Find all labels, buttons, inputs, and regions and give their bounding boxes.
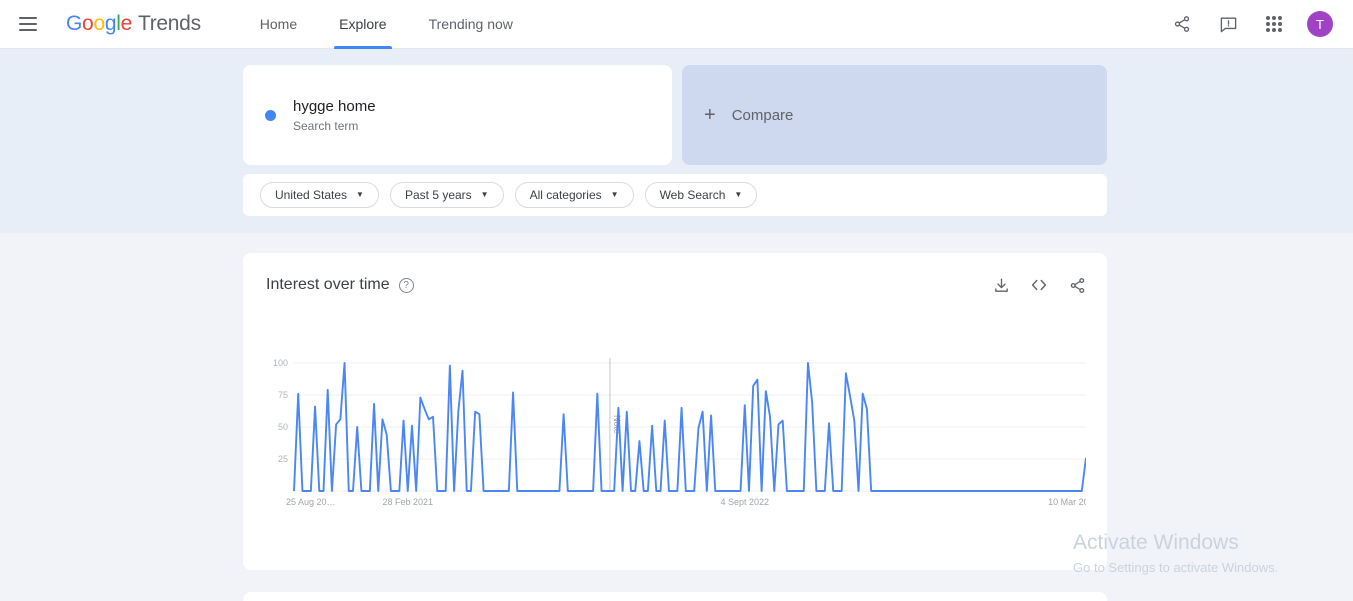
nav-item-home[interactable]: Home [247,0,310,49]
chart-y-axis-labels: 25 50 75 100 [273,358,288,464]
watermark-subtitle: Go to Settings to activate Windows. [1073,560,1279,575]
search-term-card[interactable]: hygge home Search term [243,65,672,165]
share-icon[interactable] [1169,11,1195,37]
chevron-down-icon: ▼ [610,189,619,199]
series-color-dot [265,109,276,121]
chart-header: Interest over time ? [266,275,1087,295]
svg-text:25 Aug 20…: 25 Aug 20… [286,497,336,507]
avatar[interactable]: T [1307,11,1333,37]
help-icon[interactable]: ? [398,277,414,293]
compare-button[interactable]: + Compare [682,65,1107,165]
location-filter[interactable]: United States ▼ [260,182,379,208]
interest-over-time-card: Interest over time ? 25 50 75 100 Note 2… [243,253,1107,570]
svg-text:50: 50 [278,422,288,432]
hamburger-menu-icon[interactable] [16,12,40,36]
search-type-filter[interactable]: Web Search ▼ [644,182,758,208]
category-filter-value: All categories [529,188,602,202]
next-card-peek [243,592,1107,601]
time-range-filter[interactable]: Past 5 years ▼ [389,182,504,208]
embed-code-icon[interactable] [1029,275,1049,295]
svg-text:10 Mar 2024: 10 Mar 2024 [1048,497,1086,507]
top-app-bar: Google Trends Home Explore Trending now … [0,0,1353,49]
interest-over-time-chart[interactable]: 25 50 75 100 Note 25 Aug 20… 28 Feb 2021 4 Se… [266,353,1086,518]
search-term-label: hygge home [293,98,376,115]
query-row: hygge home Search term + Compare [243,65,1107,165]
activate-windows-watermark: Activate Windows Go to Settings to activ… [1073,530,1348,578]
nav-item-explore[interactable]: Explore [326,0,399,49]
svg-text:100: 100 [273,358,288,368]
svg-text:25: 25 [278,454,288,464]
share-chart-icon[interactable] [1067,275,1087,295]
apps-grid-icon[interactable] [1261,11,1287,37]
top-bar-actions: T [1169,11,1333,37]
product-name: Trends [137,12,201,35]
chevron-down-icon: ▼ [480,189,489,199]
compare-label: Compare [731,106,794,124]
primary-nav: Home Explore Trending now [247,0,542,49]
google-trends-logo[interactable]: Google Trends [66,12,201,36]
category-filter[interactable]: All categories ▼ [514,182,634,208]
chevron-down-icon: ▼ [734,189,743,199]
search-term-type: Search term [293,119,359,133]
plus-icon: + [704,104,716,126]
download-csv-icon[interactable] [991,275,1011,295]
nav-item-trending-now[interactable]: Trending now [416,0,526,49]
time-range-filter-value: Past 5 years [404,188,472,202]
svg-text:75: 75 [278,390,288,400]
chevron-down-icon: ▼ [356,189,364,199]
location-filter-value: United States [275,188,348,202]
search-type-filter-value: Web Search [659,188,726,202]
watermark-title: Activate Windows [1073,531,1239,554]
page-title: Interest over time [266,276,390,293]
chart-actions [991,275,1087,295]
filter-bar: United States ▼ Past 5 years ▼ All categ… [243,174,1107,216]
feedback-icon[interactable] [1215,11,1241,37]
chart-x-axis-labels: 25 Aug 20… 28 Feb 2021 4 Sept 2022 10 Mar 2… [286,497,1086,507]
chart-svg: 255075100 Note 25 Aug 20… 28 Feb 2021 4 Se… [273,358,1086,507]
svg-text:28 Feb 2021: 28 Feb 2021 [382,497,433,507]
svg-text:4 Sept 2022: 4 Sept 2022 [720,497,769,507]
